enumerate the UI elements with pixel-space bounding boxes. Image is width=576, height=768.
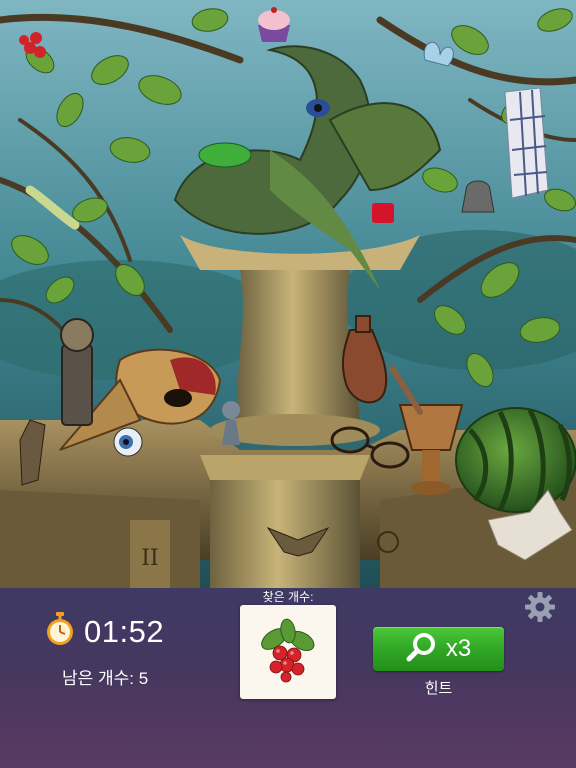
stopwatch-icon bbox=[44, 612, 76, 651]
found-item-card bbox=[240, 605, 336, 699]
magnifier-icon bbox=[406, 631, 438, 668]
hint-label: 힌트 bbox=[424, 680, 453, 697]
svg-text:II: II bbox=[141, 546, 158, 571]
timer: 01:52 bbox=[44, 612, 164, 651]
found-label: 찾은 개수: bbox=[262, 590, 314, 604]
timer-value: 01:52 bbox=[84, 613, 165, 649]
hint-button[interactable]: x3 bbox=[373, 627, 504, 671]
remaining-count: 남은 개수: 5 bbox=[62, 669, 149, 688]
hidden-object-scene[interactable]: II bbox=[0, 0, 576, 588]
gear-icon[interactable] bbox=[524, 591, 556, 623]
berries-icon bbox=[240, 618, 336, 703]
hint-count: x3 bbox=[445, 635, 472, 662]
